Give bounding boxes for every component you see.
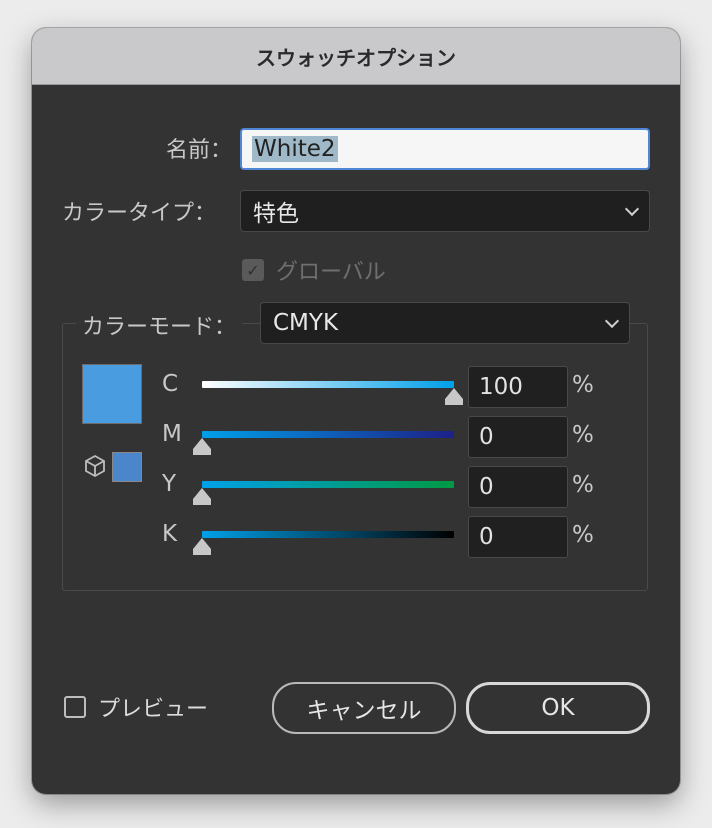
preview-option[interactable]: プレビュー: [64, 691, 208, 723]
gamut-color-swatch[interactable]: [112, 452, 142, 482]
cube-icon: [84, 454, 106, 482]
name-value: White2: [252, 136, 338, 162]
chevron-down-icon: [624, 201, 640, 217]
color-type-label: カラータイプ：: [62, 201, 217, 226]
cancel-button[interactable]: キャンセル: [272, 682, 456, 734]
channel-label: Y: [162, 471, 177, 497]
percent-unit: %: [572, 472, 594, 498]
slider-thumb[interactable]: [193, 438, 211, 455]
slider-track[interactable]: [202, 431, 454, 438]
color-mode-value: CMYK: [273, 310, 339, 336]
ok-button[interactable]: OK: [466, 682, 650, 734]
channel-value-input[interactable]: 0: [468, 516, 568, 558]
slider-thumb[interactable]: [445, 388, 463, 405]
channel-value-input[interactable]: 100: [468, 366, 568, 408]
name-label: 名前：: [166, 138, 233, 163]
channel-label: C: [162, 371, 179, 397]
swatch-options-dialog: スウォッチオプション 名前： White2 カラータイプ： 特色 ✓ グローバル…: [32, 28, 680, 794]
color-mode-select[interactable]: CMYK: [260, 302, 630, 344]
channel-value-input[interactable]: 0: [468, 466, 568, 508]
color-preview-swatch: [82, 364, 142, 424]
global-option[interactable]: ✓ グローバル: [242, 254, 386, 286]
preview-checkbox[interactable]: [64, 696, 86, 718]
preview-label: プレビュー: [98, 697, 209, 722]
channel-label: M: [162, 421, 182, 447]
percent-unit: %: [572, 422, 594, 448]
slider-track[interactable]: [202, 481, 454, 488]
slider-track[interactable]: [202, 531, 454, 538]
slider-track[interactable]: [202, 381, 454, 388]
global-checkbox[interactable]: ✓: [242, 259, 264, 281]
channel-value-input[interactable]: 0: [468, 416, 568, 458]
chevron-down-icon: [604, 313, 620, 329]
name-input[interactable]: White2: [240, 128, 650, 170]
percent-unit: %: [572, 522, 594, 548]
color-mode-label: カラーモード：: [76, 309, 243, 341]
dialog-title: スウォッチオプション: [32, 28, 680, 85]
percent-unit: %: [572, 372, 594, 398]
global-label: グローバル: [276, 260, 386, 285]
slider-thumb[interactable]: [193, 538, 211, 555]
color-type-value: 特色: [253, 201, 299, 227]
channel-label: K: [162, 521, 178, 547]
slider-thumb[interactable]: [193, 488, 211, 505]
color-type-select[interactable]: 特色: [240, 190, 650, 232]
